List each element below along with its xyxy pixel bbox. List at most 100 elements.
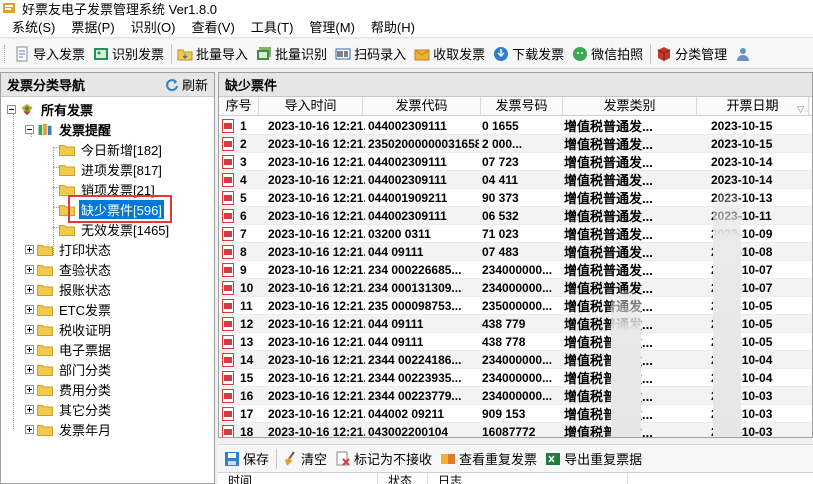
- tree-node-input-invoices[interactable]: 进项发票[817]: [59, 159, 164, 179]
- menu-invoice[interactable]: 票据(P): [71, 17, 114, 36]
- refresh-button[interactable]: 刷新: [165, 75, 208, 94]
- column-header-index[interactable]: 序号: [219, 97, 259, 115]
- view-duplicates-button[interactable]: 查看重复发票: [437, 447, 542, 471]
- cell-import-time: 2023-10-16 12:21...: [268, 424, 365, 438]
- log-column-time[interactable]: 时间: [218, 473, 378, 484]
- column-header-invoice-number[interactable]: 发票号码: [481, 97, 563, 115]
- menu-view[interactable]: 查看(V): [191, 17, 234, 36]
- clear-label: 清空: [301, 452, 328, 467]
- expand-toggle[interactable]: [25, 324, 34, 334]
- tree-node-reminder[interactable]: 发票提醒: [25, 119, 113, 139]
- pdf-file-icon: [222, 208, 234, 223]
- cell-index: 4: [240, 172, 247, 187]
- cell-invoice-number: 235000000...: [482, 298, 553, 313]
- log-column-log[interactable]: 日志: [428, 473, 628, 484]
- nav-panel-title: 发票分类导航: [7, 78, 86, 93]
- receive-invoice-button[interactable]: 收取发票: [411, 42, 490, 66]
- collapse-toggle[interactable]: [7, 104, 16, 114]
- tree-node-other[interactable]: 其它分类: [25, 399, 113, 419]
- batch-import-button[interactable]: 批量导入: [174, 42, 253, 66]
- cell-invoice-number: 438 779: [482, 316, 526, 331]
- cell-index: 2: [240, 136, 247, 151]
- expand-toggle[interactable]: [25, 344, 34, 354]
- expand-toggle[interactable]: [25, 364, 34, 374]
- cell-index: 14: [240, 352, 254, 367]
- broom-icon: [285, 450, 295, 466]
- cell-invoice-code: 044001909211: [368, 190, 448, 205]
- tree-node-verify-status[interactable]: 查验状态: [25, 259, 113, 279]
- tree-node-year-month[interactable]: 发票年月: [25, 419, 113, 439]
- tree-label-today-new: 今日新增[182]: [81, 142, 162, 158]
- grid-header: 序号 导入时间 发票代码 发票号码 发票类别 开票日期 ▽: [219, 97, 812, 116]
- column-header-issue-date[interactable]: 开票日期 ▽: [697, 97, 809, 115]
- tree-node-etc-invoices[interactable]: ETC发票: [25, 299, 113, 319]
- expand-toggle[interactable]: [25, 404, 34, 414]
- category-cube-icon: [657, 46, 671, 61]
- download-invoice-button[interactable]: 下载发票: [490, 42, 569, 66]
- column-header-invoice-type[interactable]: 发票类别: [563, 97, 697, 115]
- wechat-photo-button[interactable]: 微信拍照: [569, 42, 648, 66]
- column-header-invoice-code[interactable]: 发票代码: [363, 97, 481, 115]
- cell-invoice-code: 044002309111: [368, 118, 447, 133]
- tree-node-today-new[interactable]: 今日新增[182]: [59, 139, 164, 159]
- cell-invoice-code: 044 09111: [368, 244, 424, 259]
- tree-node-expense[interactable]: 费用分类: [25, 379, 113, 399]
- cell-import-time: 2023-10-16 12:21...: [268, 118, 365, 133]
- highlight-box: [68, 195, 172, 223]
- classify-manage-button[interactable]: 分类管理: [653, 42, 732, 66]
- folder-icon: [37, 304, 53, 316]
- mark-reject-button[interactable]: 标记为不接收: [332, 447, 437, 471]
- pdf-file-icon: [222, 262, 234, 277]
- cell-invoice-type: 增值税普通发...: [564, 227, 653, 242]
- recognize-invoice-button[interactable]: 识别发票: [90, 42, 169, 66]
- menu-recognize[interactable]: 识别(O): [131, 17, 176, 36]
- expand-toggle[interactable]: [25, 244, 34, 254]
- cell-invoice-number: 909 153: [482, 406, 526, 421]
- batch-recognize-button[interactable]: 批量识别: [253, 42, 332, 66]
- expand-toggle[interactable]: [25, 284, 34, 294]
- expand-toggle[interactable]: [25, 304, 34, 314]
- tree-node-all-invoices[interactable]: 所有发票: [7, 99, 95, 119]
- menu-help[interactable]: 帮助(H): [371, 17, 415, 36]
- tree-node-tax-certificate[interactable]: 税收证明: [25, 319, 113, 339]
- menu-system[interactable]: 系统(S): [12, 17, 55, 36]
- cell-import-time: 2023-10-16 12:21...: [268, 334, 365, 349]
- collapse-toggle[interactable]: [25, 124, 34, 134]
- tree-node-print-status[interactable]: 打印状态: [25, 239, 113, 259]
- cell-invoice-code: 044 09111: [368, 334, 424, 349]
- export-duplicates-button[interactable]: 导出重复票据: [542, 447, 647, 471]
- tree-label-input-invoices: 进项发票[817]: [81, 162, 162, 178]
- cell-invoice-code: 044002 09211: [368, 406, 445, 421]
- pdf-file-icon: [222, 316, 234, 331]
- column-header-import-time[interactable]: 导入时间: [259, 97, 363, 115]
- expand-toggle[interactable]: [25, 424, 34, 434]
- toolbar-separator: [276, 448, 278, 469]
- table-row[interactable]: 2 2023-10-16 12:21...23502000000031658...…: [219, 135, 812, 153]
- sort-desc-icon: ▽: [797, 104, 804, 114]
- save-button[interactable]: 保存: [221, 447, 274, 471]
- tree-node-reimburse-status[interactable]: 报账状态: [25, 279, 113, 299]
- expand-toggle[interactable]: [25, 264, 34, 274]
- reject-mark-icon: [336, 451, 350, 466]
- nav-panel-header: 发票分类导航 刷新: [1, 73, 214, 97]
- menu-manage[interactable]: 管理(M): [309, 17, 355, 36]
- folder-icon: [37, 344, 53, 356]
- cell-invoice-number: 06 532: [482, 208, 519, 223]
- folder-import-icon: [177, 49, 193, 60]
- table-row[interactable]: 1 2023-10-16 12:21... 044002309111 0 1655 增值…: [219, 117, 812, 135]
- toolbar-overflow-button[interactable]: [732, 42, 759, 66]
- scan-entry-button[interactable]: 扫码录入: [332, 42, 411, 66]
- table-row[interactable]: 4 2023-10-16 12:21... 044002309111 04 411 增值…: [219, 171, 812, 189]
- log-column-status[interactable]: 状态: [378, 473, 428, 484]
- table-row[interactable]: 3 2023-10-16 12:21... 044002309111 07 723 增值…: [219, 153, 812, 171]
- toolbar-grip[interactable]: [4, 44, 7, 63]
- document-import-icon: [16, 46, 28, 61]
- tree-node-department[interactable]: 部门分类: [25, 359, 113, 379]
- import-invoice-button[interactable]: 导入发票: [11, 42, 90, 66]
- menu-tools[interactable]: 工具(T): [251, 17, 294, 36]
- tree-node-e-bills[interactable]: 电子票据: [25, 339, 113, 359]
- clear-button[interactable]: 清空: [279, 447, 332, 471]
- cell-invoice-number: 16087772: [482, 424, 536, 438]
- cell-invoice-number: 2 000...: [482, 136, 523, 151]
- expand-toggle[interactable]: [25, 384, 34, 394]
